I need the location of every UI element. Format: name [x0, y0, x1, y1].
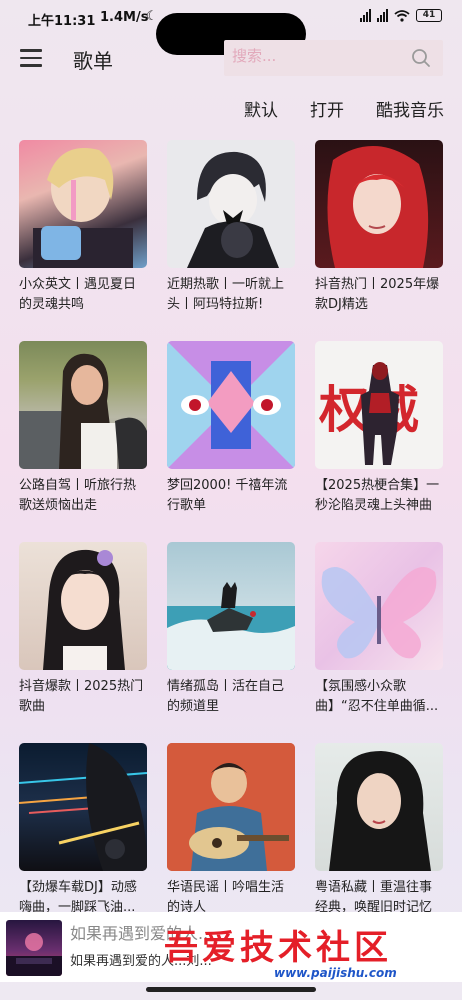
signal-icon — [377, 9, 388, 22]
now-playing-bar[interactable]: 如果再遇到爱的人... 如果再遇到爱的人...刘... 吾爱技术社区 www.p… — [0, 912, 462, 982]
page-title: 歌单 — [73, 49, 113, 73]
network-speed: 1.4M/s — [100, 10, 149, 25]
playlist-cover[interactable] — [19, 341, 147, 469]
playlist-title: 公路自驾丨听旅行热歌送烦恼出走 — [19, 478, 137, 513]
now-playing-cover[interactable] — [6, 920, 62, 976]
playlist-cover[interactable] — [315, 542, 443, 670]
playlist-cover[interactable] — [19, 140, 147, 268]
playlist-cover[interactable] — [167, 743, 295, 871]
signal-icon — [360, 9, 371, 22]
status-time: 上午11:31 — [28, 14, 96, 29]
playlist-cover[interactable] — [167, 542, 295, 670]
tab-kuwo-music[interactable]: 酷我音乐 — [376, 96, 444, 121]
playlist-card[interactable]: 近期热歌丨一听就上头丨阿玛特拉斯! — [167, 140, 295, 341]
do-not-disturb-icon: ☾ — [146, 9, 158, 24]
playlist-title: 抖音热门丨2025年爆款DJ精选 — [315, 277, 440, 312]
playlist-title: 梦回2000! 千禧年流行歌单 — [167, 478, 288, 513]
status-icons: 41 — [360, 9, 442, 22]
playlist-grid: 小众英文丨遇见夏日的灵魂共鸣 近期热歌丨一听就上头丨阿玛特拉斯! 抖音热门丨20… — [19, 140, 443, 944]
watermark-logo: 吾爱技术社区 www.paijishu.com — [158, 920, 458, 980]
watermark-url: www.paijishu.com — [274, 966, 397, 980]
playlist-title: 近期热歌丨一听就上头丨阿玛特拉斯! — [167, 277, 285, 312]
source-tabs: 默认 打开 酷我音乐 — [244, 96, 444, 121]
playlist-card[interactable]: 【氛围感小众歌曲】“忍不住单曲循... — [315, 542, 443, 743]
playlist-card[interactable]: 情绪孤岛丨活在自己的频道里 — [167, 542, 295, 743]
playlist-card[interactable]: 抖音爆款丨2025热门歌曲 — [19, 542, 147, 743]
playlist-cover[interactable] — [315, 743, 443, 871]
watermark-text: 吾爱技术社区 — [164, 928, 392, 968]
menu-icon[interactable] — [20, 49, 42, 67]
search-box[interactable] — [224, 40, 443, 76]
playlist-card[interactable]: 小众英文丨遇见夏日的灵魂共鸣 — [19, 140, 147, 341]
playlist-cover[interactable]: 权威 — [315, 341, 443, 469]
playlist-title: 情绪孤岛丨活在自己的频道里 — [167, 679, 285, 714]
playlist-card[interactable]: 公路自驾丨听旅行热歌送烦恼出走 — [19, 341, 147, 542]
tab-default[interactable]: 默认 — [244, 96, 278, 121]
playlist-cover[interactable] — [167, 341, 295, 469]
playlist-card[interactable]: 权威 【2025热梗合集】一秒沦陷灵魂上头神曲 — [315, 341, 443, 542]
app-header: 歌单 — [0, 38, 462, 78]
search-icon[interactable] — [411, 48, 431, 68]
playlist-title: 小众英文丨遇见夏日的灵魂共鸣 — [19, 277, 137, 312]
playlist-title: 【氛围感小众歌曲】“忍不住单曲循... — [315, 679, 439, 714]
battery-icon: 41 — [416, 9, 442, 22]
playlist-cover[interactable] — [315, 140, 443, 268]
playlist-cover[interactable] — [19, 542, 147, 670]
status-bar: 上午11:31 1.4M/s ☾ 41 — [0, 0, 462, 55]
search-input[interactable] — [232, 47, 392, 65]
playlist-cover[interactable] — [19, 743, 147, 871]
playlist-cover[interactable] — [167, 140, 295, 268]
playlist-card[interactable]: 梦回2000! 千禧年流行歌单 — [167, 341, 295, 542]
tab-open[interactable]: 打开 — [310, 96, 344, 121]
playlist-card[interactable]: 抖音热门丨2025年爆款DJ精选 — [315, 140, 443, 341]
playlist-title: 抖音爆款丨2025热门歌曲 — [19, 679, 144, 714]
playlist-title: 【2025热梗合集】一秒沦陷灵魂上头神曲 — [315, 478, 440, 513]
home-indicator[interactable] — [146, 987, 316, 992]
wifi-icon — [394, 9, 410, 22]
